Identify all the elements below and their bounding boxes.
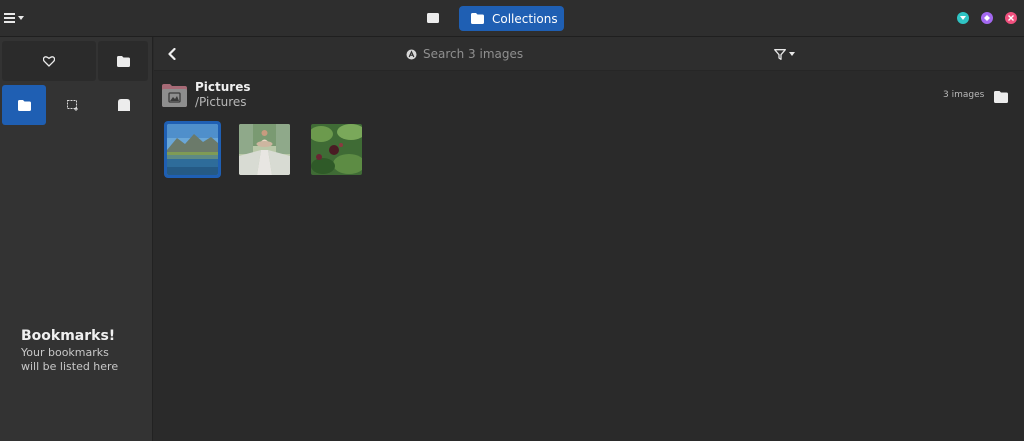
search-input[interactable] <box>423 47 723 61</box>
folder-text: Pictures /Pictures <box>195 80 251 109</box>
bookmarks-subtitle-line2: will be listed here <box>21 360 119 373</box>
image-count: 3 images <box>943 90 985 100</box>
folder-icon <box>116 55 130 67</box>
window-icon <box>427 13 439 23</box>
screenshot-button[interactable] <box>50 85 96 125</box>
mountain-lake-image <box>167 124 218 175</box>
folder-icon <box>17 99 31 111</box>
content-area: Pictures /Pictures 3 images <box>154 72 1024 441</box>
collections-label: Collections <box>492 11 558 26</box>
maximize-button[interactable] <box>981 12 993 24</box>
collections-view-button[interactable] <box>2 85 46 125</box>
heart-icon <box>43 55 55 67</box>
close-button[interactable] <box>1005 12 1017 24</box>
drive-button[interactable] <box>100 85 148 125</box>
maximize-icon <box>984 15 990 21</box>
sidebar: Bookmarks! Your bookmarks will be listed… <box>0 37 153 441</box>
filter-icon <box>774 48 786 60</box>
dropdown-arrow-icon <box>18 16 24 20</box>
folder-title: Pictures <box>195 80 251 94</box>
bookmarks-title: Bookmarks! <box>21 328 116 344</box>
folder-path: /Pictures <box>195 95 247 109</box>
toolbar <box>154 37 1024 71</box>
close-icon <box>1008 15 1014 21</box>
folder-icon <box>471 13 484 24</box>
person-meditating-image <box>239 124 290 175</box>
drive-icon <box>118 99 130 111</box>
header-bar: Collections <box>0 0 1024 37</box>
thumbnail-mountain-lake[interactable] <box>164 121 221 178</box>
pictures-folder-icon <box>162 83 187 107</box>
thumbnail-grid <box>164 121 365 178</box>
folder-icon <box>994 91 1008 103</box>
back-button[interactable] <box>164 45 180 63</box>
berries-plant-image <box>311 124 362 175</box>
chevron-left-icon <box>168 48 176 60</box>
minimize-icon <box>960 16 966 20</box>
dropdown-arrow-icon <box>789 52 795 56</box>
minimize-button[interactable] <box>957 12 969 24</box>
thumbnail-person-meditating[interactable] <box>236 121 293 178</box>
filter-button[interactable] <box>774 45 800 63</box>
app-window: Collections Bookmarks! Your bookmarks wi… <box>0 0 1024 441</box>
folder-header: Pictures /Pictures <box>162 80 251 109</box>
favorites-button[interactable] <box>2 41 96 81</box>
collections-button[interactable]: Collections <box>459 6 564 31</box>
folders-button[interactable] <box>98 41 148 81</box>
screenshot-icon <box>67 99 78 111</box>
hamburger-icon <box>4 13 15 23</box>
open-folder-button[interactable] <box>994 88 1008 103</box>
bookmarks-subtitle-line1: Your bookmarks <box>21 346 109 359</box>
search-bar[interactable] <box>406 44 766 64</box>
thumbnail-berries-plant[interactable] <box>308 121 365 178</box>
search-icon <box>406 49 417 59</box>
main-menu-button[interactable] <box>4 9 26 27</box>
bookmarks-placeholder: Bookmarks! Your bookmarks will be listed… <box>21 328 151 373</box>
view-toggle-button[interactable] <box>424 9 442 27</box>
